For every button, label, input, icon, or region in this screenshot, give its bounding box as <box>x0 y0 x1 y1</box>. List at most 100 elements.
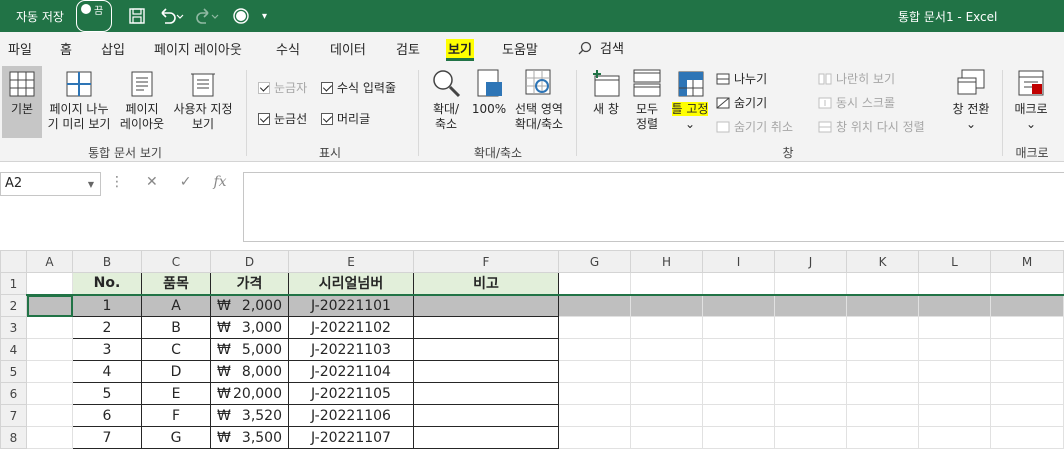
cell-price[interactable]: ₩2,000 <box>210 294 289 317</box>
customize-qat-icon[interactable]: ▾ <box>262 0 267 32</box>
cell[interactable] <box>26 294 73 317</box>
cell-serial[interactable]: J-20221103 <box>288 338 414 361</box>
cell[interactable] <box>774 404 847 427</box>
page-break-preview-button[interactable]: 페이지 나누 기 미리 보기 <box>44 70 114 132</box>
cell-no[interactable]: 4 <box>72 360 142 383</box>
gridlines-checkbox[interactable]: 눈금선 <box>258 110 307 127</box>
cell[interactable] <box>558 316 631 339</box>
cell-note[interactable] <box>413 338 559 361</box>
cell-no[interactable]: 2 <box>72 316 142 339</box>
cell[interactable] <box>846 338 919 361</box>
name-box-dropdown-icon[interactable]: ▼ <box>88 180 94 189</box>
row-header[interactable]: 7 <box>0 404 27 427</box>
tab-review[interactable]: 검토 <box>396 39 420 58</box>
column-header-j[interactable]: J <box>774 250 847 273</box>
name-box[interactable]: A2 ▼ <box>0 172 101 196</box>
tab-help[interactable]: 도움말 <box>502 39 538 58</box>
cell[interactable] <box>990 426 1064 449</box>
custom-views-button[interactable]: 사용자 지정 보기 <box>168 70 238 132</box>
ruler-checkbox[interactable]: 눈금자 <box>258 79 307 96</box>
column-header-d[interactable]: D <box>210 250 289 273</box>
cell-item[interactable]: F <box>141 404 211 427</box>
tab-data[interactable]: 데이터 <box>330 39 366 58</box>
cell[interactable] <box>846 316 919 339</box>
tab-view[interactable]: 보기 <box>446 39 474 61</box>
cell[interactable] <box>990 338 1064 361</box>
formula-bar-checkbox[interactable]: 수식 입력줄 <box>321 79 396 96</box>
cell[interactable] <box>702 294 775 317</box>
cell[interactable] <box>918 426 991 449</box>
cell-note[interactable] <box>413 360 559 383</box>
cell-serial[interactable]: J-20221105 <box>288 382 414 405</box>
cell[interactable] <box>918 382 991 405</box>
cell[interactable] <box>558 294 631 317</box>
normal-view-button[interactable]: 기본 <box>2 66 42 138</box>
cell[interactable] <box>630 294 703 317</box>
save-icon[interactable] <box>128 0 146 32</box>
column-header-b[interactable]: B <box>72 250 142 273</box>
cell[interactable] <box>918 316 991 339</box>
cell[interactable] <box>990 382 1064 405</box>
cell[interactable] <box>990 294 1064 317</box>
macros-button[interactable]: 매크로 ⌄ <box>1008 68 1054 132</box>
cancel-icon[interactable]: ✕ <box>146 174 158 190</box>
cell-no[interactable]: 1 <box>72 294 142 317</box>
cell[interactable] <box>702 272 775 296</box>
headings-checkbox[interactable]: 머리글 <box>321 110 370 127</box>
cell[interactable] <box>630 404 703 427</box>
cell[interactable] <box>846 382 919 405</box>
column-header-a[interactable]: A <box>26 250 73 273</box>
cell-item[interactable]: C <box>141 338 211 361</box>
cell-serial[interactable]: J-20221104 <box>288 360 414 383</box>
cell[interactable] <box>702 426 775 449</box>
new-window-button[interactable]: 새 창 <box>586 68 626 117</box>
cell-no[interactable]: 5 <box>72 382 142 405</box>
row-header[interactable]: 8 <box>0 426 27 449</box>
page-layout-view-button[interactable]: 페이지 레이아웃 <box>118 70 166 132</box>
cell-item[interactable]: D <box>141 360 211 383</box>
cell-note[interactable] <box>413 426 559 449</box>
column-header-f[interactable]: F <box>413 250 559 273</box>
cell[interactable] <box>26 426 73 449</box>
cell[interactable] <box>558 272 631 296</box>
cell[interactable] <box>846 360 919 383</box>
column-header-l[interactable]: L <box>918 250 991 273</box>
cell[interactable] <box>558 360 631 383</box>
cell-serial[interactable]: J-20221106 <box>288 404 414 427</box>
cell-price[interactable]: ₩3,500 <box>210 426 289 449</box>
row-header[interactable]: 2 <box>0 294 27 317</box>
column-header-k[interactable]: K <box>846 250 919 273</box>
cell[interactable] <box>990 360 1064 383</box>
search-box[interactable]: 검색 <box>578 38 624 57</box>
cell[interactable] <box>558 382 631 405</box>
switch-windows-button[interactable]: 창 전환 ⌄ <box>946 68 996 132</box>
cell-serial[interactable]: J-20221102 <box>288 316 414 339</box>
cell[interactable] <box>702 316 775 339</box>
cell-price[interactable]: ₩20,000 <box>210 382 289 405</box>
cell[interactable] <box>774 294 847 317</box>
cell-no[interactable]: 3 <box>72 338 142 361</box>
reset-window-position-button[interactable]: 창 위치 다시 정렬 <box>818 118 925 135</box>
cell-price[interactable]: ₩8,000 <box>210 360 289 383</box>
cell[interactable] <box>918 360 991 383</box>
record-circle-icon[interactable] <box>233 0 249 32</box>
cell[interactable] <box>846 294 919 317</box>
sync-scroll-button[interactable]: 동시 스크롤 <box>818 94 895 111</box>
cell[interactable] <box>558 404 631 427</box>
cell-price[interactable]: ₩3,520 <box>210 404 289 427</box>
cell[interactable] <box>918 338 991 361</box>
formula-input[interactable] <box>243 172 1064 242</box>
cell[interactable] <box>846 272 919 296</box>
undo-icon[interactable] <box>158 0 184 32</box>
cell-item[interactable]: B <box>141 316 211 339</box>
cell[interactable] <box>26 272 73 296</box>
cell[interactable] <box>630 382 703 405</box>
cell[interactable] <box>630 338 703 361</box>
tab-page-layout[interactable]: 페이지 레이아웃 <box>154 39 242 58</box>
row-header[interactable]: 4 <box>0 338 27 361</box>
cell[interactable] <box>702 338 775 361</box>
tab-formulas[interactable]: 수식 <box>276 39 300 58</box>
hide-button[interactable]: 숨기기 <box>716 94 767 111</box>
split-button[interactable]: 나누기 <box>716 70 767 87</box>
cell-note[interactable] <box>413 316 559 339</box>
